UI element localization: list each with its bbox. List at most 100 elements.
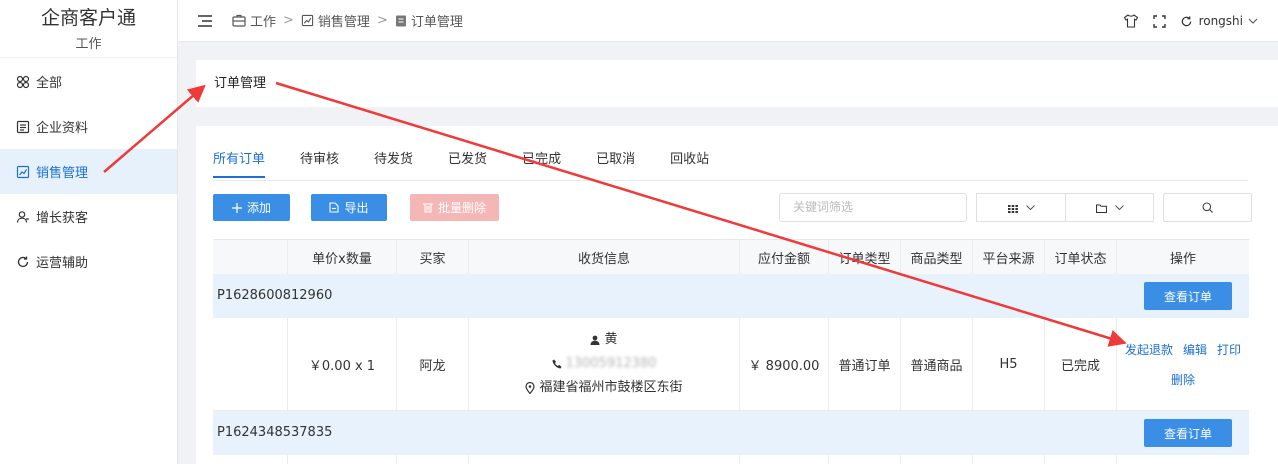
file-export-icon: [329, 202, 340, 213]
view-order-button[interactable]: 查看订单: [1144, 282, 1232, 310]
breadcrumb-label: 工作: [250, 15, 277, 30]
phone-icon: [552, 359, 562, 369]
edit-link[interactable]: 编辑: [1183, 341, 1207, 358]
table-row: ￥0.00 x 1 阿龙 黄 13005912380 福建省福州市鼓楼区东街 ￥…: [213, 318, 1249, 411]
menu-toggle-icon[interactable]: [198, 14, 212, 28]
cell-order-type: 普通订单: [829, 318, 901, 410]
trash-icon: [422, 202, 433, 213]
cell-buyer: 阿龙: [397, 318, 469, 410]
grid-icon: [1007, 198, 1018, 217]
tshirt-theme-icon[interactable]: [1123, 14, 1139, 28]
cell-actions: 发起退款 编辑 打印 删除: [1117, 318, 1249, 410]
folder-icon: [1095, 198, 1107, 217]
sidebar-item-label: 运营辅助: [36, 256, 89, 271]
shipping-phone: 13005912380: [565, 356, 657, 371]
column-header-order-type: 订单类型: [829, 240, 901, 274]
sidebar-item-label: 销售管理: [36, 166, 89, 181]
sidebar-item-growth[interactable]: 增长获客: [0, 194, 177, 239]
sidebar-item-operations[interactable]: 运营辅助: [0, 239, 177, 284]
sales-icon: [301, 14, 314, 27]
sidebar-item-all[interactable]: 全部: [0, 59, 177, 104]
column-header-price-qty: 单价x数量: [288, 240, 397, 274]
sidebar-item-sales[interactable]: 销售管理: [0, 149, 177, 194]
brand-subtitle: 工作: [75, 37, 102, 52]
add-button[interactable]: 添加: [213, 194, 290, 221]
export-button-label: 导出: [344, 201, 369, 215]
column-header-shipping: 收货信息: [469, 240, 740, 274]
breadcrumb-label: 销售管理: [317, 15, 370, 30]
tab-cancelled[interactable]: 已取消: [596, 148, 635, 178]
shipping-address: 福建省福州市鼓楼区东街: [539, 380, 683, 395]
keyword-filter-input[interactable]: 关键词筛选: [779, 193, 967, 222]
order-group-header: P1628600812960 查看订单: [213, 274, 1249, 318]
order-tabs: 所有订单 待审核 待发货 已发货 已完成 已取消 回收站: [213, 148, 744, 178]
column-view-dropdown[interactable]: [976, 193, 1066, 222]
shipping-name: 黄: [604, 332, 618, 347]
breadcrumb-label: 订单管理: [410, 15, 463, 30]
tab-pending-review[interactable]: 待审核: [300, 148, 339, 178]
column-header-actions: 操作: [1169, 251, 1196, 267]
column-header-goods-type: 商品类型: [901, 240, 973, 274]
tab-all-orders[interactable]: 所有订单: [213, 148, 266, 178]
print-link[interactable]: 打印: [1217, 341, 1241, 358]
breadcrumb-item-work[interactable]: 工作: [232, 11, 276, 30]
search-button[interactable]: [1163, 193, 1252, 222]
orders-panel: 所有订单 待审核 待发货 已发货 已完成 已取消 回收站 添加 导出 批量删除 …: [196, 126, 1278, 464]
person-icon: [590, 335, 600, 345]
tab-pending-shipment[interactable]: 待发货: [374, 148, 413, 178]
search-icon: [1202, 198, 1213, 217]
page-title-card: 订单管理: [196, 60, 1278, 107]
cell-platform: H5: [973, 318, 1045, 410]
column-header-buyer: 买家: [397, 240, 469, 274]
batch-delete-button[interactable]: 批量删除: [410, 194, 499, 221]
tab-shipped[interactable]: 已发货: [448, 148, 487, 178]
cell-shipping-info: 黄 13005912380 福建省福州市鼓楼区东街: [469, 318, 740, 410]
chevron-down-icon: [1025, 205, 1035, 210]
sidebar-item-label: 企业资料: [36, 121, 89, 136]
username[interactable]: rongshi: [1199, 14, 1243, 28]
order-number: P1628600812960: [217, 288, 333, 303]
breadcrumb-item-sales[interactable]: 销售管理: [301, 11, 370, 30]
cell-goods-type: 普通商品: [901, 318, 973, 410]
cell-status: 已完成: [1045, 318, 1117, 410]
header-tools: rongshi: [1109, 0, 1258, 42]
chevron-down-icon[interactable]: [1248, 18, 1258, 24]
cell-amount: ￥ 8900.00: [740, 318, 829, 410]
shipping-name-line: 黄: [590, 328, 618, 352]
export-button[interactable]: 导出: [311, 194, 387, 221]
breadcrumb-item-orders: 订单管理: [395, 11, 463, 30]
apps-icon: [16, 75, 30, 89]
next-row-partial: [213, 455, 1249, 464]
tab-divider: [213, 180, 1248, 181]
fullscreen-icon[interactable]: [1152, 14, 1166, 28]
batch-delete-label: 批量删除: [437, 201, 486, 215]
sidebar: 企商客户通 工作 全部 企业资料 销售管理 增长获客 运营辅助: [0, 0, 178, 464]
breadcrumb: 工作 > 销售管理 > 订单管理: [232, 11, 463, 30]
refund-link[interactable]: 发起退款: [1125, 341, 1173, 358]
sales-icon: [16, 165, 30, 179]
delete-link[interactable]: 删除: [1171, 371, 1195, 388]
folder-dropdown[interactable]: [1065, 193, 1154, 222]
tab-completed[interactable]: 已完成: [522, 148, 561, 178]
add-button-label: 添加: [246, 201, 271, 215]
order-group-header: P1624348537835 查看订单: [213, 411, 1249, 455]
column-header-platform: 平台来源: [973, 240, 1045, 274]
shipping-phone-line: 13005912380: [552, 352, 657, 376]
tab-recycle-bin[interactable]: 回收站: [670, 148, 709, 178]
brand-title: 企商客户通: [40, 7, 136, 29]
column-header-checkbox: [213, 240, 288, 274]
brand: 企商客户通 工作: [0, 0, 177, 58]
plus-icon: [231, 202, 242, 213]
breadcrumb-separator: >: [283, 13, 294, 28]
refresh-icon: [16, 255, 30, 269]
breadcrumb-separator: >: [376, 13, 388, 28]
order-number: P1624348537835: [217, 425, 333, 440]
sidebar-item-company-info[interactable]: 企业资料: [0, 104, 177, 149]
briefcase-icon: [232, 14, 246, 27]
page-title: 订单管理: [214, 76, 267, 91]
refresh-icon[interactable]: [1180, 15, 1193, 28]
cell-price-qty: ￥0.00 x 1: [288, 318, 397, 410]
view-order-button[interactable]: 查看订单: [1144, 419, 1232, 447]
top-header: 工作 > 销售管理 > 订单管理 rongshi: [178, 0, 1278, 42]
clipboard-icon: [395, 14, 407, 27]
